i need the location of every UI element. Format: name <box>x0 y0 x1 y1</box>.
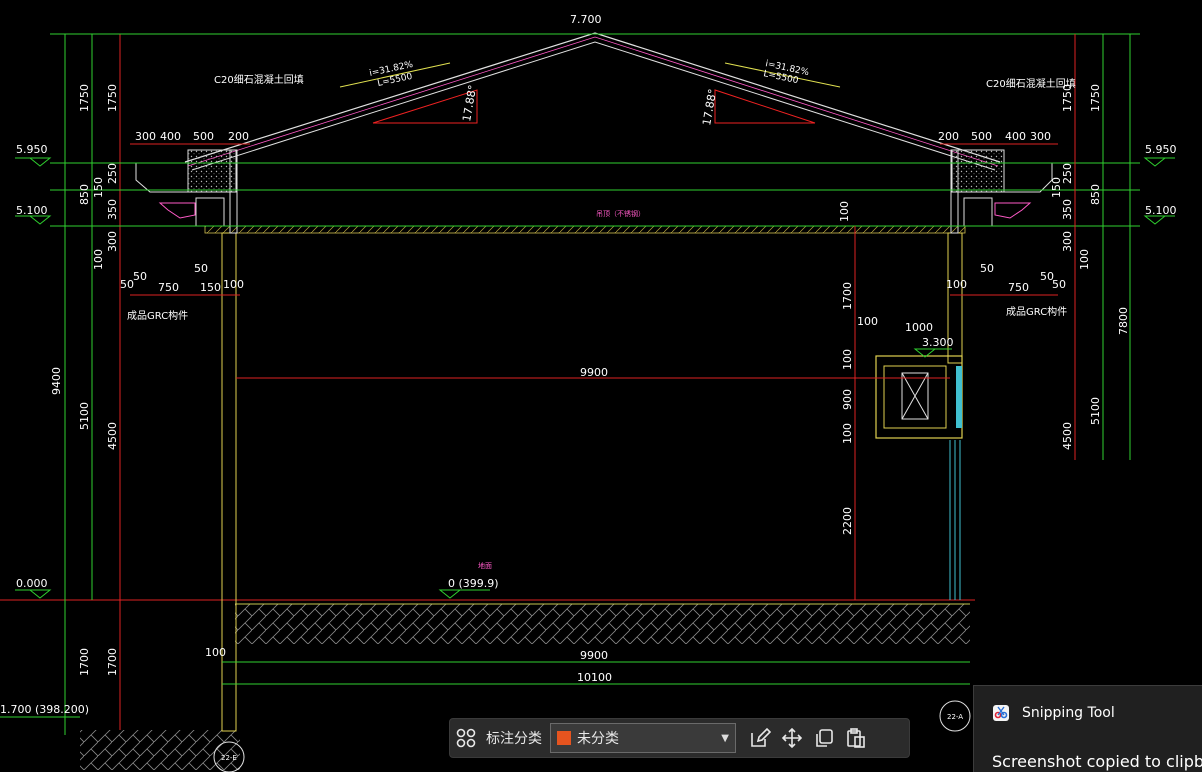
elev-ceiling-right: 5.100 <box>1145 204 1177 217</box>
grc-label-left: 成品GRC构件 <box>127 309 188 322</box>
dim-left-outer: 9400 <box>50 367 63 395</box>
snipping-tool-notification[interactable]: Snipping Tool Screenshot copied to clipb… <box>973 685 1202 772</box>
dim-left-350: 350 <box>106 199 119 220</box>
dim-window-1000: 1000 <box>905 321 933 334</box>
dim-right-100b: 100 <box>946 278 967 291</box>
toast-app-name: Snipping Tool <box>1022 705 1115 721</box>
grid-icon[interactable] <box>450 722 482 754</box>
dim-top-left-4: 200 <box>228 130 249 143</box>
category-label: 标注分类 <box>486 731 542 747</box>
grc-label-right: 成品GRC构件 <box>1006 305 1067 318</box>
dim-window-1700: 1700 <box>841 282 854 310</box>
dim-left-d2: 1700 <box>106 648 119 676</box>
paste-icon[interactable] <box>840 722 872 754</box>
dim-left-150b: 150 <box>200 281 221 294</box>
chevron-down-icon: ▼ <box>721 732 729 744</box>
dim-right-a: 1750 <box>1061 84 1074 112</box>
dim-left-c: 5100 <box>78 402 91 430</box>
dim-small-100-bottom: 100 <box>205 646 226 659</box>
elev-eave-right: 5.950 <box>1145 143 1177 156</box>
parapet-right <box>951 149 1053 227</box>
dim-right-100: 100 <box>1078 249 1091 270</box>
dim-left-100: 100 <box>92 249 105 270</box>
dim-span-bottom-outer: 10100 <box>577 671 612 684</box>
floor-room-note: 地面 <box>478 561 492 570</box>
dim-left-250: 250 <box>106 163 119 184</box>
dim-top-left-3: 500 <box>193 130 214 143</box>
elev-window-sill: 3.300 <box>922 336 954 349</box>
dim-top-right-3: 400 <box>1005 130 1026 143</box>
edit-icon[interactable] <box>744 722 776 754</box>
copy-icon[interactable] <box>808 722 840 754</box>
dim-window-100-top: 100 <box>857 315 878 328</box>
toast-header: Snipping Tool <box>992 704 1115 722</box>
dim-window-100-b: 100 <box>841 423 854 444</box>
elev-foundation: 1.700 (398.200) <box>0 703 89 716</box>
dim-left-300: 300 <box>106 231 119 252</box>
roof-outline <box>184 32 1001 171</box>
category-color-swatch <box>557 731 571 745</box>
dim-right-750: 750 <box>1008 281 1029 294</box>
dim-ceiling-100: 100 <box>838 201 851 222</box>
dim-left-a: 1750 <box>78 84 91 112</box>
dim-span-bottom-inner: 9900 <box>580 649 608 662</box>
elev-floor-note: 0 (399.9) <box>448 577 499 590</box>
toast-message: Screenshot copied to clipbo <box>992 752 1202 771</box>
dim-window-100-a: 100 <box>841 349 854 370</box>
dim-right-300: 300 <box>1061 231 1074 252</box>
ceiling-slab <box>204 225 966 234</box>
elev-ridge: 7.700 <box>570 13 602 26</box>
roof-angle-left: 17.88° <box>460 84 479 123</box>
dim-left-a2: 1750 <box>106 84 119 112</box>
roof-angle-right: 17.88° <box>700 88 719 127</box>
dim-right-50b: 50 <box>1052 278 1066 291</box>
dim-right-a2: 1750 <box>1089 84 1102 112</box>
dim-left-b: 850 <box>78 184 91 205</box>
axis-tag-left: 22-E <box>221 754 237 762</box>
annotation-toolbar: 标注分类 未分类 ▼ <box>449 718 910 758</box>
dim-left-d: 1700 <box>78 648 91 676</box>
dim-right-b: 850 <box>1089 184 1102 205</box>
elev-ceiling-left: 5.100 <box>16 204 48 217</box>
dim-top-right-1: 200 <box>938 130 959 143</box>
dim-top-left-2: 400 <box>160 130 181 143</box>
dim-left-50: 50 <box>133 270 147 283</box>
dim-window-900: 900 <box>841 389 854 410</box>
move-icon[interactable] <box>776 722 808 754</box>
dim-top-right-2: 500 <box>971 130 992 143</box>
category-value: 未分类 <box>577 731 619 747</box>
dim-window-2200: 2200 <box>841 507 854 535</box>
parapet-note-left: C20细石混凝土回填 <box>214 73 304 86</box>
dim-right-150: 150 <box>1050 177 1063 198</box>
dim-right-c: 5100 <box>1089 397 1102 425</box>
dim-right-outer: 7800 <box>1117 307 1130 335</box>
dim-left-100b: 100 <box>223 278 244 291</box>
dim-right-50c: 50 <box>980 262 994 275</box>
cad-drawing-canvas[interactable]: 7.700 5.950 5.950 5.100 5.100 0.000 1.70… <box>0 0 1202 772</box>
dim-left-50c: 50 <box>194 262 208 275</box>
window-box <box>875 355 963 439</box>
dim-left-750: 750 <box>158 281 179 294</box>
ceiling-note: 吊顶（不锈钢） <box>596 209 645 218</box>
dim-right-d: 4500 <box>1061 422 1074 450</box>
elev-ground: 0.000 <box>16 577 48 590</box>
dim-right-350: 350 <box>1061 199 1074 220</box>
dim-top-left-1: 300 <box>135 130 156 143</box>
axis-tag-right: 22-A <box>947 713 963 721</box>
dim-left-e: 4500 <box>106 422 119 450</box>
ground-hatch <box>235 604 970 644</box>
elev-eave-left: 5.950 <box>16 143 48 156</box>
category-select[interactable]: 未分类 ▼ <box>550 723 736 753</box>
snipping-tool-icon <box>993 705 1009 721</box>
dim-top-right-4: 300 <box>1030 130 1051 143</box>
dim-span-mid: 9900 <box>580 366 608 379</box>
dim-left-50b: 50 <box>120 278 134 291</box>
dim-left-150: 150 <box>92 177 105 198</box>
